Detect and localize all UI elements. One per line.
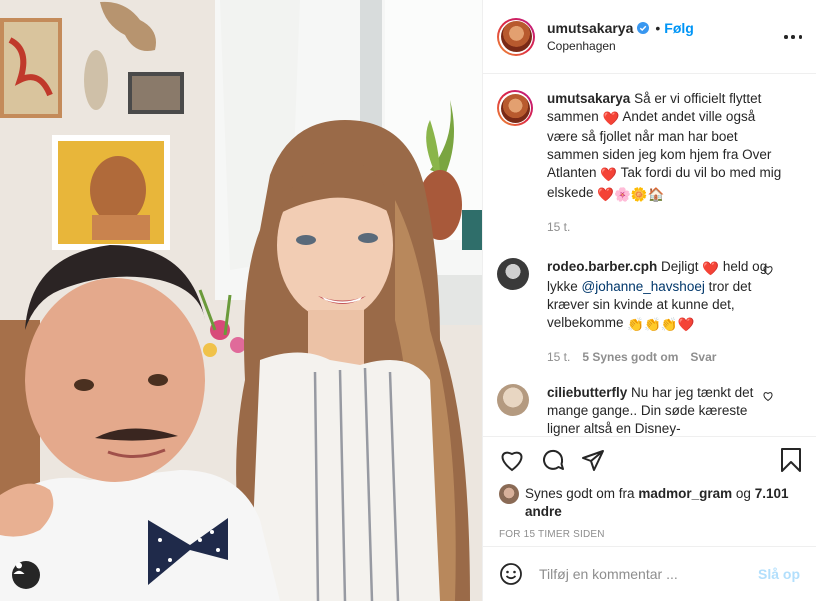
post-comment-button[interactable]: Slå op bbox=[758, 566, 800, 582]
location-link[interactable]: Copenhagen bbox=[547, 39, 694, 53]
likes-prefix: Synes godt om fra bbox=[525, 486, 635, 501]
share-icon[interactable] bbox=[581, 448, 605, 472]
caption-emojis: ❤️🌸🌼🏠 bbox=[597, 187, 665, 202]
heart-emoji: ❤️ bbox=[600, 167, 618, 182]
reply-button[interactable]: Svar bbox=[690, 348, 716, 366]
comment-time[interactable]: 15 t. bbox=[547, 348, 570, 366]
post-header: umutsakarya • Følg Copenhagen bbox=[483, 0, 816, 74]
verified-icon bbox=[637, 22, 650, 34]
comment-like-heart-icon[interactable] bbox=[762, 390, 774, 402]
bookmark-icon[interactable] bbox=[780, 447, 802, 473]
follow-button[interactable]: Følg bbox=[664, 20, 694, 36]
post-details-panel: umutsakarya • Følg Copenhagen umutsakary… bbox=[482, 0, 816, 601]
comment-like-heart-icon[interactable] bbox=[762, 264, 774, 276]
comment-input[interactable] bbox=[539, 566, 758, 582]
comments-list[interactable]: umutsakarya Så er vi officielt flyttet s… bbox=[483, 74, 816, 436]
separator-dot: • bbox=[655, 20, 661, 36]
caption-username[interactable]: umutsakarya bbox=[547, 91, 630, 106]
commenter-avatar[interactable] bbox=[497, 258, 529, 290]
caption-avatar[interactable] bbox=[497, 90, 533, 126]
avatar[interactable] bbox=[497, 17, 535, 56]
comment-likes[interactable]: 5 Synes godt om bbox=[582, 348, 678, 366]
post-photo[interactable] bbox=[0, 0, 482, 601]
likes-conj: og bbox=[735, 486, 751, 501]
comment-icon[interactable] bbox=[541, 448, 565, 472]
post-username[interactable]: umutsakarya bbox=[547, 20, 633, 36]
comment-username[interactable]: ciliebutterfly bbox=[547, 385, 627, 400]
comment-text-1: Dejligt bbox=[661, 259, 699, 274]
likes-summary: Synes godt om fra madmor_gram og 7.101 a… bbox=[499, 484, 800, 521]
liker-avatar[interactable] bbox=[499, 484, 519, 504]
comment-emojis: 👏👏👏❤️ bbox=[627, 317, 695, 332]
post-timestamp[interactable]: FOR 15 TIMER SIDEN bbox=[499, 529, 800, 540]
commenter-avatar[interactable] bbox=[497, 384, 529, 416]
heart-emoji: ❤️ bbox=[702, 261, 720, 276]
comment-mention[interactable]: @johanne_havshoej bbox=[582, 279, 705, 294]
heart-icon[interactable] bbox=[499, 448, 525, 472]
add-comment-bar: Slå op bbox=[483, 546, 816, 601]
caption: umutsakarya Så er vi officielt flyttet s… bbox=[497, 90, 802, 236]
liker-username[interactable]: madmor_gram bbox=[638, 486, 732, 501]
comment-item: ciliebutterfly Nu har jeg tænkt det mang… bbox=[497, 384, 802, 436]
photo-illustration bbox=[0, 0, 482, 601]
more-options-icon[interactable] bbox=[784, 28, 802, 46]
post-actions: Synes godt om fra madmor_gram og 7.101 a… bbox=[483, 436, 816, 546]
comment-username[interactable]: rodeo.barber.cph bbox=[547, 259, 657, 274]
comment-item: rodeo.barber.cph Dejligt ❤️ held og lykk… bbox=[497, 258, 802, 366]
emoji-icon[interactable] bbox=[499, 562, 523, 586]
caption-time[interactable]: 15 t. bbox=[547, 218, 570, 236]
user-tag-icon[interactable] bbox=[12, 561, 40, 589]
heart-emoji: ❤️ bbox=[602, 111, 620, 126]
